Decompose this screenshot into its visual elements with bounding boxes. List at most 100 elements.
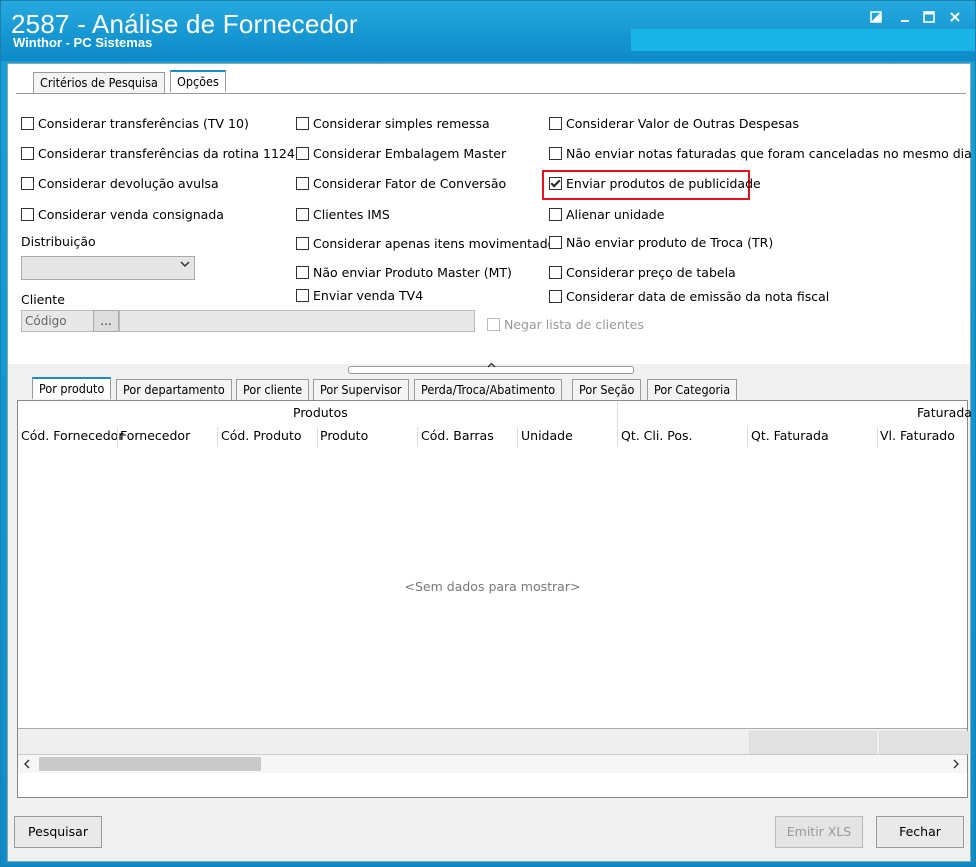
- checkbox-label: Negar lista de clientes: [504, 317, 644, 332]
- col-separator: [217, 427, 218, 447]
- grid-footer: [18, 728, 969, 755]
- distribuicao-select[interactable]: [21, 256, 195, 280]
- opt-embalagem-master[interactable]: Considerar Embalagem Master: [296, 146, 506, 161]
- opt-preco-tabela[interactable]: Considerar preço de tabela: [549, 265, 736, 280]
- opt-clientes-ims[interactable]: Clientes IMS: [296, 207, 390, 222]
- col-qt-cli-pos[interactable]: Qt. Cli. Pos.: [621, 428, 693, 443]
- checkbox[interactable]: [549, 208, 562, 221]
- window-subtitle: Winthor - PC Sistemas: [13, 35, 153, 50]
- checkbox-label: Clientes IMS: [313, 207, 390, 222]
- opt-produtos-publicidade[interactable]: Enviar produtos de publicidade: [549, 176, 761, 191]
- checkbox[interactable]: [549, 290, 562, 303]
- checkbox-label: Considerar data de emissão da nota fisca…: [566, 289, 830, 304]
- tab-por-supervisor[interactable]: Por Supervisor: [313, 379, 409, 400]
- cliente-code-field[interactable]: Código: [21, 310, 94, 332]
- title-bar-highlight: [631, 29, 975, 51]
- opt-venda-consignada[interactable]: Considerar venda consignada: [21, 207, 224, 222]
- distribuicao-label: Distribuição: [21, 234, 96, 249]
- checkbox-label: Considerar Embalagem Master: [313, 146, 507, 161]
- opt-fator-conversao[interactable]: Considerar Fator de Conversão: [296, 176, 506, 191]
- checkbox[interactable]: [296, 237, 309, 250]
- opt-transferencias-1124[interactable]: Considerar transferências da rotina 1124: [21, 146, 295, 161]
- tab-por-secao[interactable]: Por Seção: [572, 379, 642, 400]
- tab-por-departamento[interactable]: Por departamento: [116, 379, 232, 400]
- checkbox-label: Considerar apenas itens movimentados: [313, 236, 562, 251]
- cliente-name-field[interactable]: [119, 310, 475, 332]
- checkbox[interactable]: [21, 208, 34, 221]
- checkbox-label: Enviar produtos de publicidade: [566, 176, 761, 191]
- options-panel: Critérios de Pesquisa Opções Considerar …: [8, 64, 972, 364]
- panel-splitter[interactable]: [348, 362, 634, 374]
- col-produto[interactable]: Produto: [320, 428, 368, 443]
- opt-simples-remessa[interactable]: Considerar simples remessa: [296, 116, 490, 131]
- chevron-left-icon[interactable]: [23, 759, 31, 769]
- col-separator: [417, 427, 418, 447]
- col-qt-faturada[interactable]: Qt. Faturada: [751, 428, 829, 443]
- client-area: Critérios de Pesquisa Opções Considerar …: [7, 63, 972, 862]
- close-icon[interactable]: [946, 11, 964, 27]
- restore-icon[interactable]: [867, 11, 885, 27]
- col-unidade[interactable]: Unidade: [521, 428, 573, 443]
- emitir-xls-button[interactable]: Emitir XLS: [775, 816, 863, 848]
- pesquisar-button[interactable]: Pesquisar: [14, 816, 102, 848]
- title-bar[interactable]: 2587 - Análise de Fornecedor Winthor - P…: [1, 1, 975, 61]
- opt-negar-clientes[interactable]: Negar lista de clientes: [487, 317, 644, 332]
- data-grid[interactable]: Produtos Faturada Cód. Fornecedor Fornec…: [17, 400, 972, 798]
- opt-notas-canceladas[interactable]: Não enviar notas faturadas que foram can…: [549, 146, 972, 161]
- checkbox[interactable]: [487, 318, 500, 331]
- opt-data-emissao[interactable]: Considerar data de emissão da nota fisca…: [549, 289, 829, 304]
- checkbox[interactable]: [296, 147, 309, 160]
- opt-produto-master[interactable]: Não enviar Produto Master (MT): [296, 265, 512, 280]
- col-cod-barras[interactable]: Cód. Barras: [421, 428, 494, 443]
- empty-message: <Sem dados para mostrar>: [404, 579, 581, 594]
- footer-cell: [749, 731, 877, 754]
- checkbox[interactable]: [549, 236, 562, 249]
- tab-por-produto[interactable]: Por produto: [32, 377, 112, 399]
- col-vl-faturado[interactable]: Vl. Faturado: [880, 428, 955, 443]
- col-separator: [617, 427, 618, 447]
- checkbox-label: Considerar transferências (TV 10): [38, 116, 249, 131]
- band-produtos: Produtos: [293, 405, 348, 420]
- checkbox[interactable]: [21, 147, 34, 160]
- horizontal-scrollbar[interactable]: [18, 754, 967, 773]
- tab-por-cliente[interactable]: Por cliente: [236, 379, 310, 400]
- cliente-label: Cliente: [21, 292, 65, 307]
- tab-criterios[interactable]: Critérios de Pesquisa: [33, 72, 165, 93]
- opt-itens-movimentados[interactable]: Considerar apenas itens movimentados: [296, 236, 562, 251]
- col-fornecedor[interactable]: Fornecedor: [120, 428, 190, 443]
- cliente-browse-button[interactable]: ...: [93, 310, 119, 332]
- tab-perda-troca[interactable]: Perda/Troca/Abatimento: [414, 379, 563, 400]
- scrollbar-thumb[interactable]: [39, 757, 261, 771]
- checkbox-label: Considerar devolução avulsa: [38, 176, 219, 191]
- checkbox[interactable]: [296, 117, 309, 130]
- checkbox[interactable]: [21, 177, 34, 190]
- col-cod-produto[interactable]: Cód. Produto: [221, 428, 302, 443]
- checkbox[interactable]: [296, 266, 309, 279]
- checkbox[interactable]: [296, 208, 309, 221]
- checkbox[interactable]: [549, 266, 562, 279]
- tab-opcoes[interactable]: Opções: [170, 70, 226, 92]
- checkbox-label: Considerar transferências da rotina 1124: [38, 146, 295, 161]
- checkbox-label: Enviar venda TV4: [313, 288, 424, 303]
- app-window: 2587 - Análise de Fornecedor Winthor - P…: [0, 0, 976, 867]
- col-cod-fornecedor[interactable]: Cód. Fornecedor: [21, 428, 123, 443]
- opt-venda-tv4[interactable]: Enviar venda TV4: [296, 288, 423, 303]
- chevron-right-icon[interactable]: [952, 759, 960, 769]
- chevron-up-icon: [487, 362, 496, 368]
- checkbox-label: Alienar unidade: [566, 207, 665, 222]
- opt-produto-troca[interactable]: Não enviar produto de Troca (TR): [549, 235, 773, 250]
- opt-alienar-unidade[interactable]: Alienar unidade: [549, 207, 664, 222]
- checkbox[interactable]: [296, 177, 309, 190]
- opt-devolucao-avulsa[interactable]: Considerar devolução avulsa: [21, 176, 219, 191]
- checkbox[interactable]: [296, 289, 309, 302]
- checkbox[interactable]: [21, 117, 34, 130]
- minimize-icon[interactable]: [896, 11, 914, 27]
- checkbox-checked[interactable]: [549, 177, 562, 190]
- fechar-button[interactable]: Fechar: [876, 816, 964, 848]
- tab-por-categoria[interactable]: Por Categoria: [647, 379, 738, 400]
- opt-transferencias-tv10[interactable]: Considerar transferências (TV 10): [21, 116, 249, 131]
- maximize-icon[interactable]: [920, 11, 938, 27]
- opt-outras-despesas[interactable]: Considerar Valor de Outras Despesas: [549, 116, 799, 131]
- checkbox[interactable]: [549, 147, 562, 160]
- checkbox[interactable]: [549, 117, 562, 130]
